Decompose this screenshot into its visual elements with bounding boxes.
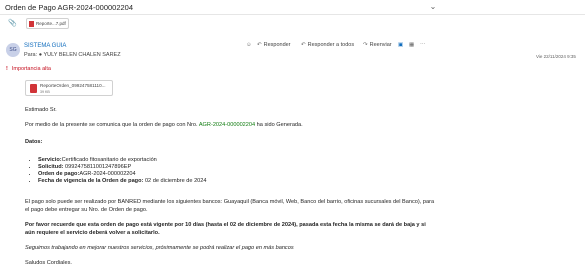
warning-line-2: aún requiere el servicio deberá volver a… xyxy=(25,230,160,236)
payment-info-line-1: El pago solo puede ser realizado por BAN… xyxy=(25,199,435,205)
avatar[interactable]: SG xyxy=(6,43,20,57)
attachment-strip: 📎 Reporte...7.pdf xyxy=(0,16,585,31)
attachment-chip[interactable]: Reporte...7.pdf xyxy=(26,18,69,29)
apps-icon[interactable]: ▣ xyxy=(398,42,405,48)
reply-all-icon: ↶ xyxy=(301,42,306,48)
exclamation-icon: ! xyxy=(6,66,8,72)
closing: Saludos Cordiales. xyxy=(25,260,72,266)
importance-label: Importancia alta xyxy=(11,66,51,72)
chevron-down-icon[interactable]: ⌄ xyxy=(428,2,438,12)
sent-date: Vie 22/11/2024 9:35 xyxy=(536,54,576,59)
forward-icon: ↷ xyxy=(363,42,368,48)
title-bar: Orden de Pago AGR-2024-000002204 ⌄ xyxy=(0,0,585,15)
reply-button[interactable]: ↶ Responder xyxy=(257,42,291,48)
order-details-list: Servicio:Certificado fitosanitario de ex… xyxy=(38,157,207,185)
list-item: Solicitud: 0992475811001247896EP xyxy=(38,164,207,171)
warning-line-1: Por favor recuerde que esta orden de pag… xyxy=(25,222,426,228)
greeting: Estimado Sr. xyxy=(25,107,57,113)
recipient-name[interactable]: YULY BELEN CHALEN SAREZ xyxy=(43,52,120,58)
attachment-file-name: ReporteOrden_099247581110... xyxy=(40,83,106,88)
attachment-file-size: 39 KB xyxy=(40,90,50,94)
list-item: Servicio:Certificado fitosanitario de ex… xyxy=(38,157,207,164)
reply-icon: ↶ xyxy=(257,42,262,48)
datos-heading: Datos: xyxy=(25,139,43,145)
more-options-icon[interactable]: ⋯ xyxy=(420,42,428,48)
person-icon: ● xyxy=(38,52,43,58)
forward-button[interactable]: ↷ Reenviar xyxy=(363,42,392,48)
recipient-line: Para: ● YULY BELEN CHALEN SAREZ xyxy=(24,52,121,58)
pdf-icon xyxy=(30,84,37,93)
importance-banner: ! Importancia alta xyxy=(6,66,51,72)
attachment-card[interactable]: ReporteOrden_099247581110... 39 KB xyxy=(25,80,113,96)
payment-info-line-2: el pago debe entregar su Nro. de Orden d… xyxy=(25,207,148,213)
email-subject: Orden de Pago AGR-2024-000002204 xyxy=(5,3,134,12)
note-line: Seguimos trabajando en mejorar nuestros … xyxy=(25,245,294,251)
attachment-chip-label: Reporte...7.pdf xyxy=(36,21,66,26)
list-item: Fecha de vigencia de la Orden de pago: 0… xyxy=(38,178,207,185)
reply-all-button[interactable]: ↶ Responder a todos xyxy=(301,42,354,48)
emoji-icon[interactable]: ☺ xyxy=(246,42,254,48)
paperclip-icon[interactable]: 📎 xyxy=(8,19,17,28)
calendar-icon[interactable]: ▦ xyxy=(409,42,416,48)
intro-paragraph: Por medio de la presente se comunica que… xyxy=(25,122,303,128)
sender-name[interactable]: SISTEMA GUIA xyxy=(24,43,66,49)
list-item: Orden de pago:AGR-2024-000002204 xyxy=(38,171,207,178)
pdf-icon xyxy=(29,21,34,27)
order-number: AGR-2024-000002204 xyxy=(198,122,256,128)
to-label: Para: xyxy=(24,52,38,58)
